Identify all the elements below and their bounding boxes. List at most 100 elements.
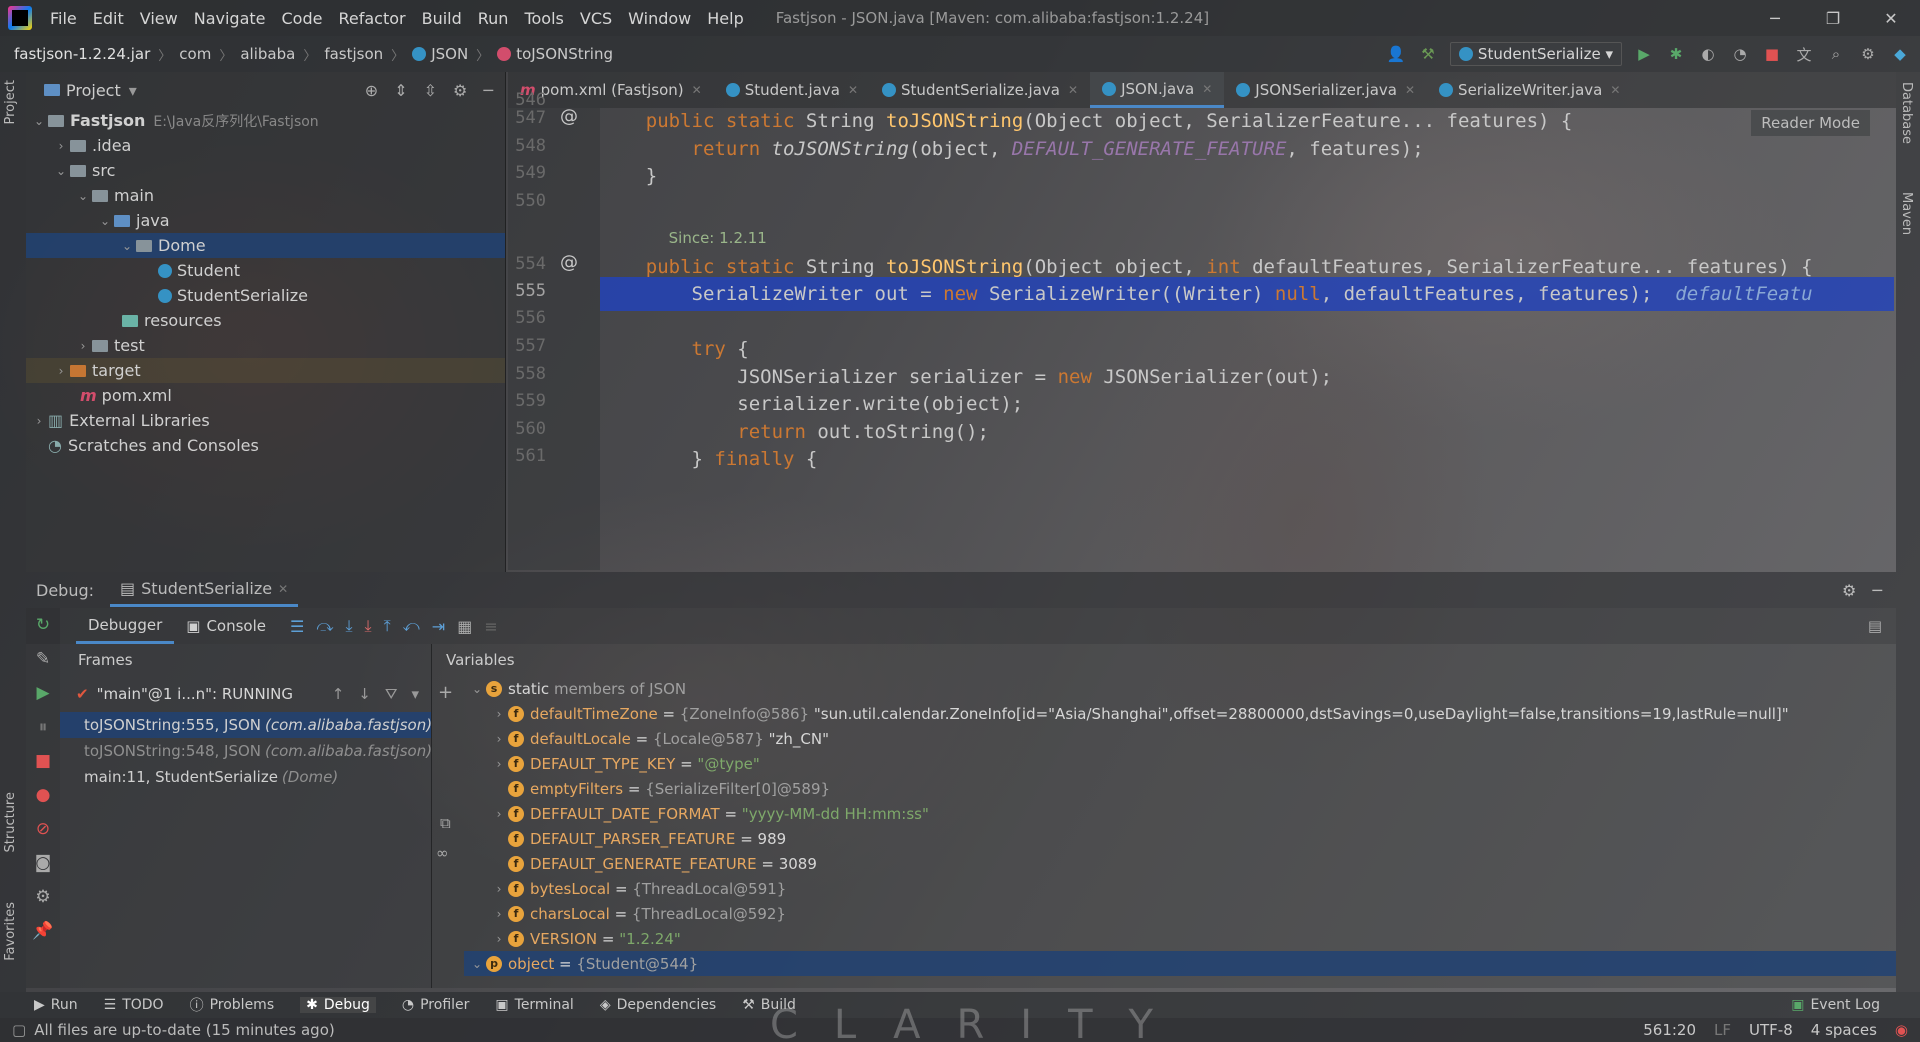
- chevron-right-icon[interactable]: ›: [490, 732, 508, 746]
- tree-item-resources[interactable]: resources: [26, 308, 505, 333]
- file-encoding[interactable]: UTF-8: [1749, 1021, 1793, 1039]
- tab-jsonserializer-java[interactable]: JSONSerializer.java ✕: [1224, 72, 1427, 108]
- chevron-right-icon[interactable]: ›: [490, 882, 508, 896]
- tool-todo[interactable]: ☰ TODO: [104, 997, 164, 1013]
- structure-side-tab[interactable]: Structure: [3, 792, 18, 852]
- close-tab-icon[interactable]: ✕: [1202, 82, 1212, 96]
- breadcrumb-fastjson[interactable]: fastjson: [324, 45, 383, 63]
- chevron-down-icon[interactable]: ⌄: [30, 114, 48, 128]
- plugin-icon[interactable]: ◆: [1890, 44, 1910, 64]
- pause-icon[interactable]: ⏸: [26, 710, 60, 744]
- resume-icon[interactable]: ▶: [26, 676, 60, 710]
- chevron-right-icon[interactable]: ›: [490, 932, 508, 946]
- arrow-down-icon[interactable]: ↓: [358, 685, 371, 703]
- override-marker-icon[interactable]: @: [560, 106, 578, 127]
- menu-vcs[interactable]: VCS: [572, 9, 620, 28]
- override-marker-icon[interactable]: @: [560, 252, 578, 273]
- project-side-tab[interactable]: Project: [3, 80, 18, 124]
- chevron-right-icon[interactable]: ›: [490, 707, 508, 721]
- step-out-icon[interactable]: ⤒: [384, 616, 391, 636]
- chevron-down-icon[interactable]: ⌄: [96, 214, 114, 228]
- chevron-down-icon[interactable]: ▾: [129, 81, 137, 100]
- collapse-all-icon[interactable]: ⇳: [424, 81, 437, 100]
- step-over-icon[interactable]: ⤼: [316, 616, 333, 636]
- variable-row[interactable]: › f VERSION = "1.2.24": [464, 926, 1896, 951]
- build-hammer-icon[interactable]: ⚒: [1418, 44, 1438, 64]
- debug-bug-icon[interactable]: ✱: [1666, 44, 1686, 64]
- camera-icon[interactable]: ◙: [26, 846, 60, 880]
- tree-item-target[interactable]: › target: [26, 358, 505, 383]
- chevron-right-icon[interactable]: ›: [74, 339, 92, 353]
- breadcrumb-jar[interactable]: fastjson-1.2.24.jar: [14, 45, 150, 63]
- settings-gear-icon[interactable]: ⚙: [26, 880, 60, 914]
- tab-debugger[interactable]: Debugger: [76, 608, 175, 644]
- project-panel-title[interactable]: Project: [66, 81, 121, 100]
- chevron-right-icon[interactable]: ›: [490, 757, 508, 771]
- chevron-right-icon[interactable]: ›: [490, 907, 508, 921]
- stop-icon[interactable]: ■: [1762, 44, 1782, 64]
- tree-item-student[interactable]: Student: [26, 258, 505, 283]
- view-breakpoints-icon[interactable]: ●: [26, 778, 60, 812]
- trace-icon[interactable]: ≡: [484, 617, 497, 636]
- tab-console[interactable]: ▣ Console: [174, 608, 278, 644]
- chevron-down-icon[interactable]: ⌄: [118, 239, 136, 253]
- tree-item-test[interactable]: › test: [26, 333, 505, 358]
- chevron-down-icon[interactable]: ▾: [411, 685, 419, 703]
- status-message[interactable]: All files are up-to-date (15 minutes ago…: [34, 1021, 335, 1039]
- hide-icon[interactable]: ─: [483, 81, 493, 100]
- close-tab-icon[interactable]: ✕: [692, 83, 702, 97]
- evaluate-icon[interactable]: ▦: [457, 617, 472, 636]
- restore-icon[interactable]: ❐: [1804, 9, 1862, 28]
- menu-build[interactable]: Build: [414, 9, 470, 28]
- tool-problems[interactable]: ⓘ Problems: [190, 995, 275, 1015]
- drop-frame-icon[interactable]: ⤺: [403, 616, 420, 636]
- restore-layout-icon[interactable]: ▤: [1868, 617, 1882, 635]
- menu-refactor[interactable]: Refactor: [330, 9, 413, 28]
- hide-icon[interactable]: ─: [1872, 581, 1882, 600]
- tree-item-java[interactable]: ⌄ java: [26, 208, 505, 233]
- step-into-icon[interactable]: ⤓: [345, 616, 352, 636]
- run-icon[interactable]: ▶: [1634, 44, 1654, 64]
- breadcrumb-alibaba[interactable]: alibaba: [240, 45, 295, 63]
- rerun-icon[interactable]: ↻: [26, 608, 60, 642]
- tree-item-studentserialize[interactable]: StudentSerialize: [26, 283, 505, 308]
- variable-row[interactable]: › f DEFFAULT_DATE_FORMAT = "yyyy-MM-dd H…: [464, 801, 1896, 826]
- breadcrumb-method[interactable]: toJSONString: [516, 45, 613, 63]
- tab-student-java[interactable]: Student.java ✕: [714, 72, 870, 108]
- tool-run[interactable]: ▶ Run: [34, 997, 78, 1013]
- mute-breakpoints-icon[interactable]: ⊘: [26, 812, 60, 846]
- variable-row[interactable]: f emptyFilters = {SerializeFilter[0]@589…: [464, 776, 1896, 801]
- chevron-right-icon[interactable]: ›: [52, 364, 70, 378]
- event-log-button[interactable]: ▣ Event Log: [1791, 997, 1880, 1013]
- chevron-down-icon[interactable]: ⌄: [468, 957, 486, 971]
- layout-icon[interactable]: ☰: [290, 617, 304, 636]
- menu-file[interactable]: File: [42, 9, 85, 28]
- gear-icon[interactable]: ⚙: [453, 81, 467, 100]
- editor-gutter[interactable]: 546 547 @ 548 549 550 554 @ 555 556 557 …: [508, 90, 600, 570]
- variable-row[interactable]: f DEFAULT_PARSER_FEATURE = 989: [464, 826, 1896, 851]
- stop-icon[interactable]: ■: [26, 744, 60, 778]
- filter-icon[interactable]: ⛛: [385, 685, 398, 703]
- frame-item[interactable]: toJSONString:548, JSON (com.alibaba.fastj…: [60, 738, 432, 764]
- close-tab-icon[interactable]: ✕: [1405, 83, 1415, 97]
- variable-row[interactable]: ⌄ s static members of JSON: [464, 676, 1896, 701]
- breadcrumb-com[interactable]: com: [179, 45, 211, 63]
- close-tab-icon[interactable]: ✕: [1610, 83, 1620, 97]
- breadcrumb-json[interactable]: JSON: [431, 45, 468, 63]
- tool-debug[interactable]: ✱ Debug: [300, 997, 376, 1013]
- gear-icon[interactable]: ⚙: [1842, 581, 1856, 600]
- run-to-cursor-icon[interactable]: ⇥: [432, 617, 445, 636]
- tool-profiler[interactable]: ◔ Profiler: [402, 997, 470, 1013]
- menu-tools[interactable]: Tools: [516, 9, 571, 28]
- variable-row[interactable]: f DEFAULT_GENERATE_FEATURE = 3089: [464, 851, 1896, 876]
- tree-item-pom[interactable]: m pom.xml: [26, 383, 505, 408]
- toggle-tool-windows-icon[interactable]: ▢: [12, 1021, 26, 1039]
- coverage-icon[interactable]: ◐: [1698, 44, 1718, 64]
- expand-all-icon[interactable]: ⇕: [394, 81, 407, 100]
- tab-serializewriter-java[interactable]: SerializeWriter.java ✕: [1427, 72, 1632, 108]
- arrow-up-icon[interactable]: ↑: [332, 685, 345, 703]
- tree-item-main[interactable]: ⌄ main: [26, 183, 505, 208]
- tree-item-src[interactable]: ⌄ src: [26, 158, 505, 183]
- caret-position[interactable]: 561:20: [1643, 1021, 1696, 1039]
- maven-side-tab[interactable]: Maven: [1899, 192, 1914, 235]
